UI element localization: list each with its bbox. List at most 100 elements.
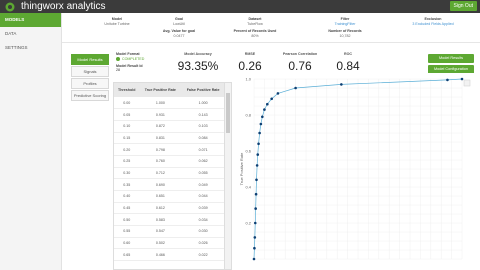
roc-point[interactable] — [256, 153, 260, 156]
y-tick-label: 0.6 — [245, 149, 251, 154]
table-scrollbar[interactable] — [224, 83, 231, 269]
false-positive-cell: 0.103 — [181, 120, 225, 133]
roc-point[interactable] — [252, 257, 256, 261]
avg-goal-value: 0.0477 — [173, 34, 185, 38]
roc-point[interactable] — [255, 178, 258, 182]
true-positive-cell: 0.712 — [139, 167, 182, 180]
table-row[interactable]: 0.00 1.000 1.000 — [114, 97, 225, 110]
metric-roc-label: ROC — [344, 52, 352, 56]
table-row[interactable]: 0.65 0.466 0.022 — [114, 248, 225, 262]
roc-point[interactable] — [253, 246, 256, 250]
roc-point[interactable] — [254, 192, 258, 196]
true-positive-cell: 0.872 — [139, 120, 182, 133]
chart-menu-icon[interactable] — [463, 79, 471, 87]
roc-point[interactable] — [259, 122, 263, 126]
true-positive-cell: 0.583 — [139, 213, 182, 227]
sidebar: MODELS DATA SETTINGS — [0, 13, 62, 270]
metric-rmse-label: RMSE — [244, 52, 256, 56]
model-results-button[interactable]: Model Results — [428, 54, 474, 63]
metric-pearson-label: Pearson Correlation — [282, 52, 318, 56]
goal-value: LowUtil — [173, 22, 185, 26]
roc-point[interactable] — [254, 207, 257, 210]
threshold-cell: 0.45 — [114, 202, 140, 215]
metric-rmse-value: 0.26 — [238, 59, 262, 73]
table-row[interactable]: 0.30 0.712 0.055 — [114, 167, 225, 180]
table-row[interactable]: 0.10 0.872 0.103 — [114, 120, 225, 133]
true-positive-cell: 0.798 — [139, 143, 182, 156]
filter-link[interactable]: TrainingFilter — [310, 22, 380, 27]
model-info-bar: Model Unitube Turbine Goal LowUtil Datas… — [62, 13, 480, 43]
roc-point[interactable] — [270, 97, 273, 101]
true-positive-cell: 0.831 — [139, 132, 182, 145]
threshold-cell: 0.25 — [114, 155, 140, 168]
chart-grid — [253, 78, 463, 260]
roc-point[interactable] — [446, 78, 449, 82]
roc-point[interactable] — [340, 83, 343, 86]
threshold-cell: 0.20 — [114, 143, 140, 156]
roc-chart: 1.0 0.8 0.6 0.4 0.2 True Positive Rate — [236, 73, 477, 270]
sidebar-item-data[interactable]: DATA — [0, 27, 61, 41]
table-row[interactable]: 0.35 0.690 0.049 — [114, 178, 225, 191]
tab-model-results[interactable]: Model Results — [71, 54, 109, 65]
true-positive-cell: 0.612 — [139, 202, 182, 215]
roc-point[interactable] — [294, 86, 297, 90]
roc-point[interactable] — [460, 77, 464, 81]
threshold-cell: 0.30 — [114, 167, 140, 180]
false-positive-cell: 0.039 — [181, 202, 225, 215]
sidebar-item-settings[interactable]: SETTINGS — [0, 41, 61, 55]
table-row[interactable]: 0.60 0.502 0.026 — [114, 237, 225, 250]
filter-field: Filter TrainingFilter — [310, 17, 380, 27]
true-positive-header[interactable]: True Positive Rate — [139, 83, 182, 97]
table-row[interactable]: 0.40 0.651 0.044 — [114, 190, 225, 203]
roc-point[interactable] — [253, 236, 257, 239]
roc-point[interactable] — [257, 142, 260, 146]
tab-predictive-scoring[interactable]: Predictive Scoring — [71, 90, 109, 101]
sign-out-button[interactable]: Sign Out — [449, 1, 477, 11]
model-format-value: COMPLETED — [122, 57, 145, 61]
false-positive-cell: 0.062 — [181, 155, 225, 168]
y-tick-label: 0.8 — [245, 113, 251, 118]
roc-point[interactable] — [253, 221, 257, 225]
roc-point[interactable] — [255, 164, 259, 167]
table-row[interactable]: 0.55 0.547 0.030 — [114, 225, 225, 238]
threshold-cell: 0.55 — [114, 225, 140, 238]
y-tick-label: 0.2 — [245, 221, 251, 226]
roc-point[interactable] — [261, 115, 264, 119]
app-header: thingworx analytics Sign Out — [0, 0, 480, 13]
threshold-cell: 0.15 — [114, 132, 140, 145]
exclusion-link[interactable]: 3 Excluded Fields Applied — [398, 22, 468, 27]
model-format-label: Model Format — [116, 52, 140, 56]
false-positive-cell: 0.071 — [181, 143, 225, 156]
roc-point[interactable] — [266, 102, 269, 106]
table-row[interactable]: 0.05 0.931 0.143 — [114, 108, 225, 121]
dataset-field: Dataset TubeFlow — [220, 17, 290, 27]
metric-pearson-value: 0.76 — [288, 59, 312, 73]
tab-signals[interactable]: Signals — [71, 66, 109, 77]
scrollbar-thumb[interactable] — [226, 93, 230, 133]
num-records-value: 10,782 — [339, 34, 351, 38]
table-row[interactable]: 0.20 0.798 0.071 — [114, 143, 225, 156]
roc-point[interactable] — [258, 131, 261, 135]
false-positive-header[interactable]: False Positive Rate — [181, 83, 225, 97]
roc-point[interactable] — [276, 92, 280, 95]
true-positive-cell: 0.651 — [139, 190, 182, 203]
table-row[interactable]: 0.15 0.831 0.084 — [114, 132, 225, 145]
table-row[interactable]: 0.45 0.612 0.039 — [114, 202, 225, 215]
metric-accuracy-label: Model Accuracy — [184, 52, 212, 56]
tab-profiles[interactable]: Profiles — [71, 78, 109, 89]
check-icon — [116, 57, 120, 61]
model-value: Unitube Turbine — [104, 22, 130, 26]
metric-pearson: Pearson Correlation 0.76 — [277, 52, 323, 73]
false-positive-cell: 0.030 — [181, 225, 225, 238]
model-format-box: Model Format COMPLETED Model Result Id 2… — [116, 52, 168, 72]
false-positive-cell: 0.055 — [181, 167, 225, 180]
sidebar-item-models[interactable]: MODELS — [0, 13, 61, 27]
threshold-cell: 0.00 — [114, 97, 140, 110]
table-row[interactable]: 0.50 0.583 0.034 — [114, 213, 225, 227]
threshold-header[interactable]: Threshold — [114, 83, 140, 97]
roc-table: Threshold True Positive Rate False Posit… — [113, 82, 232, 270]
roc-point[interactable] — [263, 108, 266, 111]
false-positive-cell: 0.026 — [181, 237, 225, 250]
table-header-row: Threshold True Positive Rate False Posit… — [114, 83, 225, 97]
table-row[interactable]: 0.25 0.760 0.062 — [114, 155, 225, 168]
